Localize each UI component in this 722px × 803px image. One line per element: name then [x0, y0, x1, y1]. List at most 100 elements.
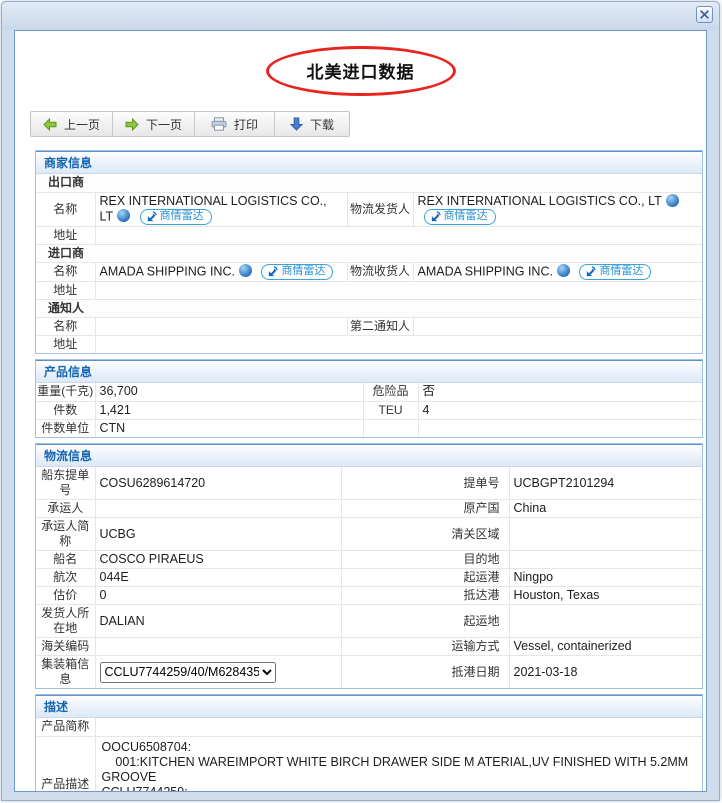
red-highlight-ellipse: 北美进口数据 [265, 46, 456, 96]
field-label: TEU [363, 401, 419, 420]
importer-name-value: AMADA SHIPPING INC. 商情雷达 [95, 262, 348, 282]
field-label: 抵达港 [341, 586, 510, 605]
printer-icon [211, 117, 227, 131]
table-row: 发货人所在地 DALIAN 起运地 [36, 604, 702, 638]
globe-icon[interactable] [117, 208, 131, 222]
company-name: AMADA SHIPPING INC. [99, 263, 235, 278]
subheader-row: 出口商 [36, 174, 702, 193]
dangerous-value: 否 [418, 383, 702, 402]
field-label: 件数 [36, 401, 96, 420]
empty-value [418, 419, 702, 437]
company-name: REX INTERNATIONAL LOGISTICS CO., LT [417, 193, 662, 208]
field-label: 危险品 [363, 383, 419, 402]
product-table: 重量(千克) 36,700 危险品 否 件数 1,421 TEU 4 件数单位 … [36, 383, 702, 437]
table-row: 海关编码 运输方式 Vessel, containerized [36, 637, 702, 656]
field-label: 承运人简称 [36, 517, 96, 551]
shipper-location-value: DALIAN [95, 604, 342, 638]
radar-icon [431, 211, 441, 222]
field-label: 船东提单号 [36, 467, 96, 500]
download-label: 下载 [310, 117, 335, 132]
transport-mode-value: Vessel, containerized [509, 637, 702, 656]
table-row: 产品描述 OOCU6508704: 001:KITCHEN WAREIMPORT… [36, 736, 702, 791]
page-title: 北美进口数据 [306, 63, 415, 82]
section-logistics-info: 物流信息 船东提单号 COSU6289614720 提单号 UCBGPT2101… [35, 443, 703, 689]
voyage-value: 044E [95, 568, 342, 587]
radar-badge-button[interactable]: 商情雷达 [261, 263, 334, 280]
field-label: 物流收货人 [347, 262, 414, 282]
table-row: 航次 044E 起运港 Ningpo [36, 568, 702, 587]
logistics-consignee-value: AMADA SHIPPING INC. 商情雷达 [413, 262, 702, 282]
teu-value: 4 [418, 401, 702, 420]
title-bar [2, 2, 719, 30]
valuation-value: 0 [95, 586, 342, 605]
prev-page-button[interactable]: 上一页 [31, 112, 114, 136]
section-header: 物流信息 [36, 444, 702, 467]
radar-badge-button[interactable]: 商情雷达 [139, 208, 212, 225]
left-arrow-icon [43, 117, 57, 131]
carrier-value [95, 499, 342, 518]
field-label: 地址 [36, 335, 96, 353]
radar-badge-label: 商情雷达 [443, 210, 488, 222]
logistics-table: 船东提单号 COSU6289614720 提单号 UCBGPT2101294 承… [36, 467, 702, 688]
radar-icon [587, 266, 597, 277]
title-area: 北美进口数据 [15, 46, 706, 96]
weight-value: 36,700 [95, 383, 364, 402]
container-info-cell: CCLU7744259/40/M628435 [95, 655, 342, 688]
table-row: 件数 1,421 TEU 4 [36, 401, 702, 420]
field-label: 产品简称 [36, 718, 96, 737]
next-page-button[interactable]: 下一页 [113, 112, 196, 136]
field-label: 抵港日期 [341, 655, 510, 688]
radar-badge-label: 商情雷达 [599, 265, 644, 277]
close-icon [700, 10, 709, 19]
dialog-window: 北美进口数据 上一页 下一页 打印 下载 商家信息 出口商 名称 REX INT… [1, 1, 720, 801]
content-area: 商家信息 出口商 名称 REX INTERNATIONAL LOGISTICS … [15, 137, 706, 791]
loading-port-value: Ningpo [509, 568, 702, 587]
notify-name-value [95, 317, 348, 336]
globe-icon[interactable] [556, 263, 570, 277]
table-row: 名称 AMADA SHIPPING INC. 商情雷达 物流收货人 AMADA … [36, 262, 702, 282]
radar-badge-label: 商情雷达 [281, 265, 326, 277]
close-button[interactable] [696, 6, 713, 23]
field-label: 海关编码 [36, 637, 96, 656]
field-label: 件数单位 [36, 419, 96, 437]
radar-badge-button[interactable]: 商情雷达 [579, 263, 652, 280]
field-label: 起运地 [341, 604, 510, 638]
field-label: 估价 [36, 586, 96, 605]
customs-area-value [509, 517, 702, 551]
field-label: 运输方式 [341, 637, 510, 656]
field-label: 名称 [36, 317, 96, 336]
globe-icon[interactable] [238, 263, 252, 277]
table-row: 船东提单号 COSU6289614720 提单号 UCBGPT2101294 [36, 467, 702, 500]
field-label: 起运港 [341, 568, 510, 587]
table-row: 重量(千克) 36,700 危险品 否 [36, 383, 702, 402]
vessel-name-value: COSCO PIRAEUS [95, 550, 342, 569]
company-name: REX INTERNATIONAL LOGISTICS CO., LT [99, 193, 327, 223]
field-label: 发货人所在地 [36, 604, 96, 638]
merchant-table: 出口商 名称 REX INTERNATIONAL LOGISTICS CO., … [36, 174, 702, 353]
field-label: 产品描述 [36, 736, 96, 791]
table-row: 承运人简称 UCBG 清关区域 [36, 517, 702, 551]
destination-value [509, 550, 702, 569]
toolbar: 上一页 下一页 打印 下载 [30, 111, 351, 137]
table-row: 名称 REX INTERNATIONAL LOGISTICS CO., LT 商… [36, 192, 702, 227]
field-label: 地址 [36, 281, 96, 300]
container-select[interactable]: CCLU7744259/40/M628435 [99, 661, 276, 683]
product-description-value: OOCU6508704: 001:KITCHEN WAREIMPORT WHIT… [95, 736, 702, 791]
carrier-abbr-value: UCBG [95, 517, 342, 551]
download-button[interactable]: 下载 [275, 112, 349, 136]
origin-country-value: China [509, 499, 702, 518]
table-row: 产品简称 [36, 718, 702, 737]
field-label [363, 419, 419, 437]
next-page-label: 下一页 [146, 117, 183, 132]
section-merchant-info: 商家信息 出口商 名称 REX INTERNATIONAL LOGISTICS … [35, 150, 703, 354]
table-row: 名称 第二通知人 [36, 317, 702, 336]
right-arrow-icon [125, 117, 139, 131]
field-label: 地址 [36, 226, 96, 245]
company-name: AMADA SHIPPING INC. [417, 263, 553, 278]
print-button[interactable]: 打印 [195, 112, 276, 136]
radar-badge-button[interactable]: 商情雷达 [423, 208, 496, 225]
logistics-shipper-value: REX INTERNATIONAL LOGISTICS CO., LT 商情雷达 [413, 192, 702, 227]
subheader-row: 进口商 [36, 244, 702, 263]
field-label: 物流发货人 [347, 192, 414, 227]
globe-icon[interactable] [665, 193, 679, 207]
